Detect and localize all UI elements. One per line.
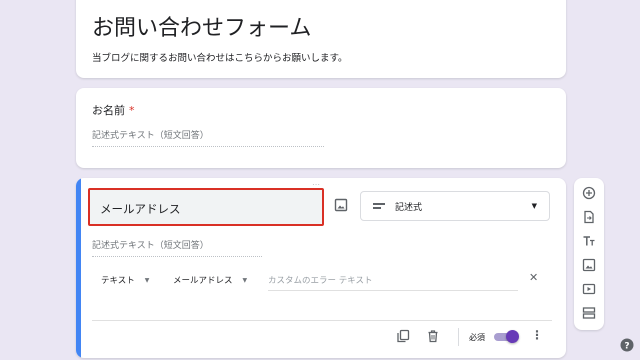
toggle-knob bbox=[506, 330, 519, 343]
validation-kind-dropdown[interactable]: テキスト ▼ bbox=[101, 274, 149, 286]
short-answer-placeholder: 記述式テキスト（短文回答） bbox=[92, 128, 324, 147]
add-section-icon[interactable] bbox=[582, 306, 596, 320]
question-title-text: お名前 bbox=[92, 104, 125, 117]
required-label: 必須 bbox=[469, 333, 485, 342]
custom-error-text-input[interactable]: カスタムのエラー テキスト bbox=[268, 274, 518, 291]
add-video-icon[interactable] bbox=[582, 282, 596, 296]
form-description[interactable]: 当ブログに関するお問い合わせはこちらからお願いします。 bbox=[92, 50, 348, 64]
active-card-accent bbox=[76, 178, 81, 358]
close-icon[interactable]: ✕ bbox=[529, 271, 538, 284]
short-answer-icon bbox=[373, 202, 385, 210]
form-title[interactable]: お問い合わせフォーム bbox=[92, 10, 311, 42]
required-asterisk: * bbox=[129, 104, 135, 117]
add-question-icon[interactable] bbox=[582, 186, 596, 200]
form-title-card: お問い合わせフォーム 当ブログに関するお問い合わせはこちらからお願いします。 bbox=[76, 0, 566, 78]
question-card-name[interactable]: お名前 * 記述式テキスト（短文回答） bbox=[76, 88, 566, 168]
footer-separator bbox=[458, 328, 459, 346]
delete-icon[interactable] bbox=[426, 329, 440, 343]
validation-option-label: メールアドレス bbox=[173, 276, 233, 286]
floating-toolbar bbox=[574, 178, 604, 330]
duplicate-icon[interactable] bbox=[396, 329, 410, 343]
dropdown-caret-icon: ▼ bbox=[531, 202, 537, 210]
validation-kind-label: テキスト bbox=[101, 276, 135, 286]
question-type-dropdown[interactable]: 記述式 ▼ bbox=[360, 191, 550, 221]
svg-text:?: ? bbox=[624, 341, 629, 351]
required-toggle[interactable] bbox=[494, 330, 519, 343]
question-title-input[interactable]: メールアドレス bbox=[88, 188, 324, 226]
short-answer-placeholder: 記述式テキスト（短文回答） bbox=[92, 238, 262, 257]
add-image-icon[interactable] bbox=[582, 258, 596, 272]
import-questions-icon[interactable] bbox=[582, 210, 596, 224]
add-image-icon[interactable] bbox=[334, 198, 348, 212]
more-options-icon[interactable]: ⋮ bbox=[531, 328, 543, 342]
question-type-label: 記述式 bbox=[395, 202, 423, 213]
dropdown-caret-icon: ▼ bbox=[242, 276, 248, 284]
question-title: お名前 * bbox=[92, 102, 135, 118]
validation-option-dropdown[interactable]: メールアドレス ▼ bbox=[173, 274, 247, 286]
add-title-icon[interactable] bbox=[582, 234, 596, 248]
card-footer-divider bbox=[92, 320, 552, 321]
dropdown-caret-icon: ▼ bbox=[144, 276, 150, 284]
help-icon[interactable]: ? bbox=[620, 338, 634, 352]
question-card-email[interactable]: ⋯ メールアドレス 記述式 ▼ 記述式テキスト（短文回答） テキスト ▼ メール… bbox=[76, 178, 566, 358]
